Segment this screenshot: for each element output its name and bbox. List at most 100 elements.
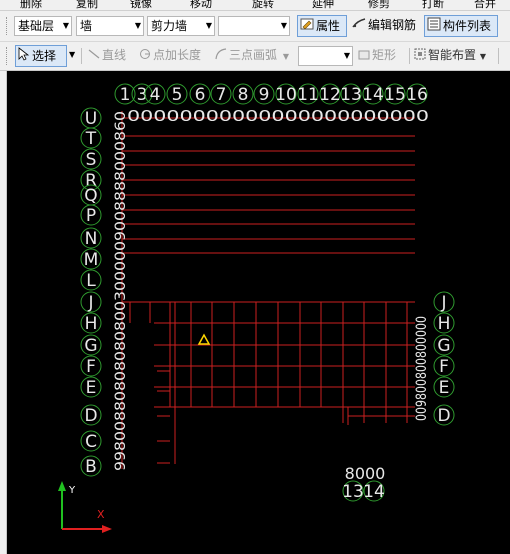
component-toolbar: 基础层 ▼ 墙 ▼ 剪力墙 ▼ ▼ 属性 编辑钢筋 构件列表 [0,11,510,42]
menu-trim[interactable]: 修剪 [368,0,390,10]
top-axis-label: 9 [259,85,270,105]
left-axis-label: F [86,357,96,377]
top-axis-label: 4 [150,85,161,105]
top-axis-label: 14 [362,85,384,105]
bottom-axis-label: 13 [342,482,364,502]
edit-rebar-label: 编辑钢筋 [368,18,417,32]
top-axis-label: 8 [238,85,249,105]
right-dimension-column: 009800800800000 [414,316,430,421]
top-axis-label: 7 [216,85,227,105]
left-axis-label: B [85,457,97,477]
smart-layout-icon [414,46,426,66]
menu-merge[interactable]: 合并 [474,0,496,10]
point-length-button[interactable]: 点加长度 [139,45,209,67]
chevron-down-icon: ▼ [282,52,289,61]
toolbar-grip [6,17,9,35]
bottom-axis-label: 14 [363,482,385,502]
toolbar-separator [81,48,82,64]
rectangle-icon [358,46,370,66]
left-axis-label: M [84,250,99,270]
left-axis-label: U [85,109,97,129]
top-axis-label: 1 [120,85,131,105]
element-type-select[interactable]: 墙 ▼ [76,16,144,36]
top-dimension-row: 00000000000000000000000 [127,107,429,125]
line-button[interactable]: 直线 [88,45,136,67]
left-axis-label: S [86,150,97,170]
cursor-arrow-icon [18,46,30,67]
left-axis-label: J [87,293,93,313]
left-axis-label: E [86,378,97,398]
chevron-down-icon: ▼ [343,51,350,60]
three-point-arc-label: 三点画弧 [229,48,278,62]
list-icon [427,17,441,37]
left-axis-label: T [85,129,97,149]
element-type-value: 墙 [80,19,93,33]
left-axis-label: D [84,406,97,426]
component-list-button[interactable]: 构件列表 [424,15,498,37]
y-axis-label: Y [68,485,76,496]
toolbar-separator [498,48,499,64]
component-name-select[interactable]: ▼ [218,16,290,36]
top-axis-label: 12 [319,85,341,105]
arc-option-select[interactable]: ▼ [298,46,353,66]
property-icon [300,17,314,37]
right-axis-label: D [437,406,450,426]
right-axis-label: E [439,378,450,398]
right-axis-label: F [439,357,449,377]
left-axis-label: P [86,206,96,226]
cad-drawing[interactable]: 1 3 4 5 6 7 8 9 10 11 12 13 14 15 16000000000000000000… [7,71,510,554]
select-label: 选择 [32,49,57,63]
draw-toolbar: 选择 ▼ 直线 点加长度 三点画弧 ▼ ▼ 矩形 智能布置 ▼ [0,42,510,71]
chevron-down-icon: ▼ [280,21,287,30]
rebar-pencil-icon [352,16,366,36]
property-button[interactable]: 属性 [297,15,347,37]
menu-copy[interactable]: 复制 [76,0,98,10]
point-length-icon [139,46,151,66]
smart-layout-button[interactable]: 智能布置 ▼ [414,45,494,67]
chevron-down-icon: ▼ [134,21,141,30]
rect-button[interactable]: 矩形 [358,45,406,67]
menu-break[interactable]: 打断 [422,0,444,10]
menu-mirror[interactable]: 镜像 [130,0,152,10]
line-label: 直线 [102,48,127,62]
point-length-label: 点加长度 [153,48,202,62]
menu-extend[interactable]: 延伸 [312,0,334,10]
left-axis-label: N [85,229,98,249]
chevron-down-icon: ▼ [479,52,486,61]
menu-move[interactable]: 移动 [190,0,212,10]
toolbar-separator [409,48,410,64]
edit-rebar-button[interactable]: 编辑钢筋 [352,15,420,37]
menu-delete[interactable]: 删除 [20,0,42,10]
insertion-marker-icon [197,333,211,345]
y-axis-arrow-icon [58,481,66,491]
arc-icon [215,46,227,66]
chevron-down-icon: ▼ [205,21,212,30]
bottom-dimension: 8000 [345,464,386,483]
drawing-canvas[interactable]: 1 3 4 5 6 7 8 9 10 11 12 13 14 15 16 000000000000000000… [7,71,510,554]
rect-label: 矩形 [372,48,397,62]
chevron-down-icon[interactable]: ▼ [69,45,75,67]
top-axis-label: 6 [195,85,206,105]
chevron-down-icon: ▼ [62,21,69,30]
right-axis-label: J [440,293,446,313]
floor-select[interactable]: 基础层 ▼ [14,16,72,36]
top-axis-label: 11 [297,85,319,105]
left-axis-label: H [85,314,98,334]
left-panel-edge[interactable] [0,71,7,554]
left-axis-label: Q [84,186,97,206]
top-axis-label: 3 [137,85,148,105]
right-axis-label: G [437,336,450,356]
menu-rotate[interactable]: 旋转 [252,0,274,10]
right-axis-label: H [438,314,451,334]
toolbar-grip [6,47,9,65]
three-point-arc-button[interactable]: 三点画弧 ▼ [215,45,295,67]
floor-select-value: 基础层 [18,19,55,33]
component-list-label: 构件列表 [443,19,492,33]
left-axis-label: L [86,271,96,291]
left-dimension-column: 998008808080808003000009008888000860 [113,111,129,471]
select-button[interactable]: 选择 [15,45,67,67]
top-menu-bar: 删除 复制 镜像 移动 旋转 延伸 修剪 打断 合并 [0,0,510,11]
left-axis-label: G [84,336,97,356]
element-subtype-select[interactable]: 剪力墙 ▼ [147,16,215,36]
element-subtype-value: 剪力墙 [151,19,188,33]
